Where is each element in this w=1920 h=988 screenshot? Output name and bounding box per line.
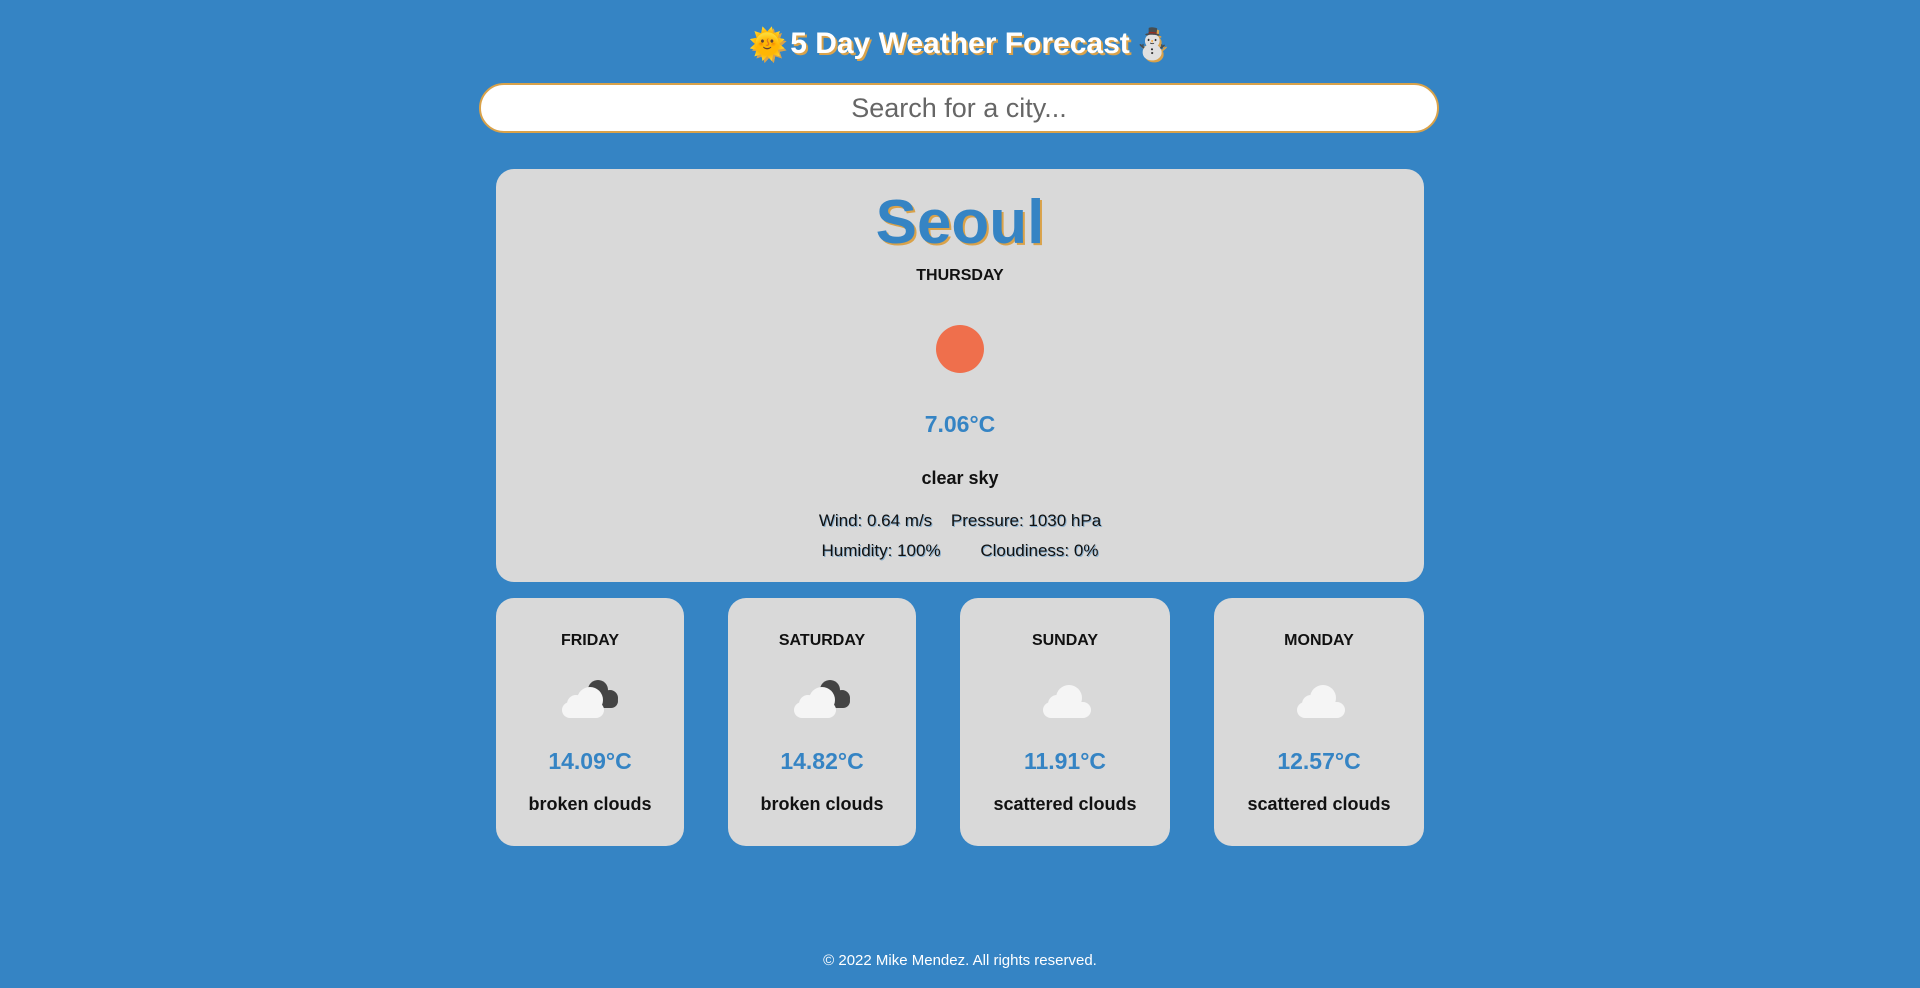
forecast-card-sunday: SUNDAY 11.91°C scattered clouds	[960, 598, 1170, 846]
stats-row-humidity-cloudiness: Humidity: 100% Cloudiness: 0%	[496, 541, 1424, 561]
cloudiness-stat: Cloudiness: 0%	[980, 541, 1099, 560]
current-day: THURSDAY	[916, 267, 1004, 284]
forecast-temperature: 14.82°C	[780, 748, 864, 774]
city-search-input[interactable]	[479, 83, 1439, 133]
sun-face-icon: 🌞	[748, 28, 787, 62]
forecast-temperature: 14.09°C	[548, 748, 632, 774]
forecast-description: broken clouds	[760, 794, 884, 814]
current-temperature: 7.06°C	[924, 411, 996, 437]
current-weather-card: Seoul THURSDAY 7.06°C clear sky Wind: 0.…	[496, 169, 1424, 582]
broken-clouds-icon	[794, 680, 850, 718]
forecast-temperature: 12.57°C	[1277, 748, 1361, 774]
broken-clouds-icon	[562, 680, 618, 718]
forecast-description: broken clouds	[528, 794, 652, 814]
scattered-clouds-icon	[1043, 685, 1091, 718]
forecast-day: FRIDAY	[560, 632, 620, 649]
sun-icon	[936, 325, 984, 373]
humidity-stat: Humidity: 100%	[821, 541, 941, 560]
forecast-card-monday: MONDAY 12.57°C scattered clouds	[1214, 598, 1424, 846]
page-title-text: 5 Day Weather Forecast	[790, 27, 1130, 60]
city-name: Seoul	[875, 188, 1045, 257]
forecast-card-saturday: SATURDAY 14.82°C broken clouds	[728, 598, 916, 846]
forecast-temperature: 11.91°C	[1023, 748, 1107, 774]
current-description: clear sky	[921, 468, 999, 488]
forecast-description: scattered clouds	[993, 794, 1137, 814]
forecast-description: scattered clouds	[1247, 794, 1391, 814]
scattered-clouds-icon	[1297, 685, 1345, 718]
wind-stat: Wind: 0.64 m/s	[818, 511, 933, 530]
page-title: 🌞 5 Day Weather Forecast ⛄	[0, 22, 1920, 67]
forecast-day: SUNDAY	[1031, 632, 1099, 649]
stats-row-wind-pressure: Wind: 0.64 m/s Pressure: 1030 hPa	[496, 511, 1424, 531]
forecast-day: MONDAY	[1284, 632, 1354, 649]
pressure-stat: Pressure: 1030 hPa	[950, 511, 1102, 530]
forecast-card-friday: FRIDAY 14.09°C broken clouds	[496, 598, 684, 846]
snowman-icon: ⛄	[1133, 28, 1172, 62]
forecast-day: SATURDAY	[778, 632, 866, 649]
footer-copyright: © 2022 Mike Mendez. All rights reserved.	[823, 952, 1097, 969]
